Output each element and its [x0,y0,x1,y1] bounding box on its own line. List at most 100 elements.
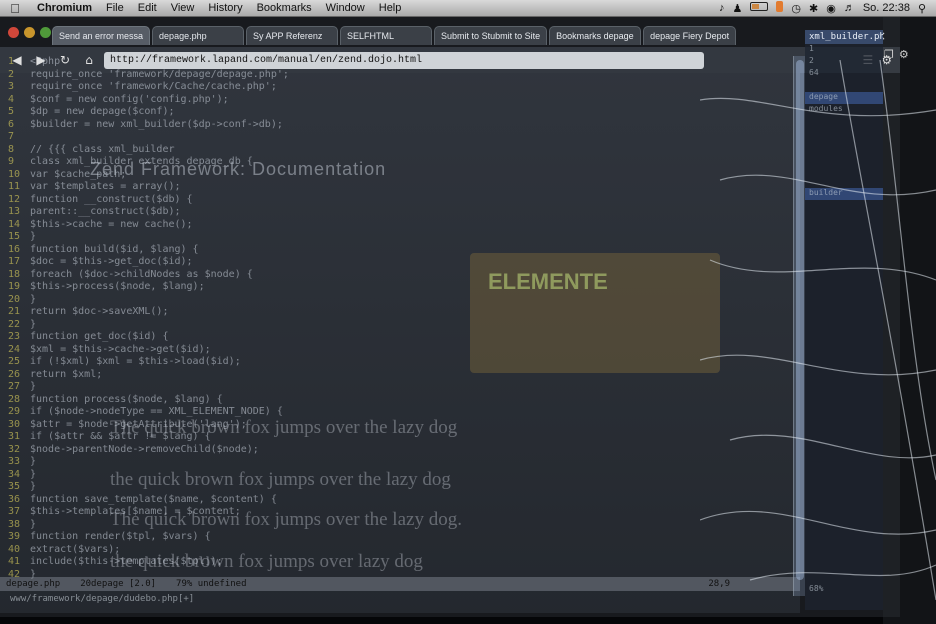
side-panel-row[interactable] [805,320,883,332]
code-line[interactable]: 36 function save_template($name, $conten… [8,494,800,507]
code-line[interactable]: 14 $this->cache = new cache(); [8,219,800,232]
bluetooth-icon[interactable]: ✱ [809,2,818,15]
code-line[interactable]: 24 $xml = $this->cache->get($id); [8,344,800,357]
side-panel-row[interactable] [805,356,883,368]
side-panel-row[interactable] [805,416,883,428]
side-panel-row[interactable] [805,536,883,548]
side-panel-row[interactable]: depage [805,92,883,104]
browser-tab[interactable]: Bookmarks depage [549,26,642,45]
side-panel-row[interactable]: 2 [805,56,883,68]
code-line[interactable]: 32 $node->parentNode->removeChild($node)… [8,444,800,457]
side-panel-row[interactable] [805,344,883,356]
side-panel-row[interactable] [805,524,883,536]
side-panel-row[interactable] [805,164,883,176]
side-panel-row[interactable] [805,128,883,140]
code-line[interactable]: 21 return $doc->saveXML(); [8,306,800,319]
side-panel-row[interactable] [805,200,883,212]
wifi-icon[interactable]: ◉ [826,2,836,15]
side-panel-row[interactable] [805,308,883,320]
code-line[interactable]: 23 function get_doc($id) { [8,331,800,344]
code-line[interactable]: 9 class xml_builder extends depage_db { [8,156,800,169]
code-line[interactable]: 30 $attr = $node->getAttribute('lang'); [8,419,800,432]
code-line[interactable]: 39 function render($tpl, $vars) { [8,531,800,544]
code-line[interactable]: 27 } [8,381,800,394]
code-line[interactable]: 12 function __construct($db) { [8,194,800,207]
side-panel-row[interactable] [805,152,883,164]
browser-tab[interactable]: depage Fiery Depot [643,26,737,45]
side-panel-row[interactable] [805,560,883,572]
side-panel-row[interactable] [805,236,883,248]
side-panel-row[interactable] [805,260,883,272]
side-panel-row[interactable] [805,272,883,284]
side-panel-row[interactable] [805,368,883,380]
browser-tab[interactable]: SELFHTML [340,26,433,45]
spotlight-search-icon[interactable]: ⚲ [918,2,926,15]
code-line[interactable]: 5 $dp = new depage($conf); [8,106,800,119]
side-panel-row[interactable]: 1 [805,44,883,56]
code-line[interactable]: 3 require_once 'framework/Cache/cache.ph… [8,81,800,94]
browser-tab[interactable]: Send an error messa [52,26,151,45]
side-panel-row[interactable] [805,488,883,500]
side-file-tab[interactable]: xml_builder.php [805,30,883,44]
side-panel-row[interactable]: 64 [805,68,883,80]
side-panel-row[interactable] [805,404,883,416]
side-panel-row[interactable] [805,140,883,152]
menu-file[interactable]: File [99,2,131,14]
code-line[interactable]: 4 $conf = new config('config.php'); [8,94,800,107]
side-panel-row[interactable] [805,80,883,92]
notification-badge-icon[interactable] [776,1,784,15]
code-line[interactable]: 31 if ($attr && $attr != $lang) { [8,431,800,444]
menu-help[interactable]: Help [372,2,409,14]
menu-edit[interactable]: Edit [131,2,164,14]
side-panel-row[interactable] [805,572,883,584]
code-line[interactable]: 26 return $xml; [8,369,800,382]
code-line[interactable]: 34 } [8,469,800,482]
side-panel-row[interactable] [805,248,883,260]
code-line[interactable]: 40 extract($vars); [8,544,800,557]
code-line[interactable]: 22 } [8,319,800,332]
side-panel-row[interactable] [805,440,883,452]
code-line[interactable]: 28 function process($node, $lang) { [8,394,800,407]
code-line[interactable]: 20 } [8,294,800,307]
menu-bookmarks[interactable]: Bookmarks [250,2,319,14]
side-panel-row[interactable]: 68% [805,584,883,596]
code-line[interactable]: 41 include($this->templates[$tpl]); [8,556,800,569]
menu-app-name[interactable]: Chromium [30,2,99,14]
side-panel-row[interactable] [805,500,883,512]
page-scrollbar[interactable] [793,56,805,596]
side-panel-row[interactable] [805,512,883,524]
side-editor-panel[interactable]: xml_builder.php 1 2 64 depage modules builder… [805,30,883,610]
side-panel-row[interactable] [805,476,883,488]
code-editor[interactable]: 1 <?php 2 require_once 'framework/depage/d… [0,56,800,596]
code-line[interactable]: 10 var $cache_path; [8,169,800,182]
editor-command-line[interactable]: www/framework/depage/dudebo.php[+] [0,594,800,608]
code-line[interactable]: 38 } [8,519,800,532]
code-line[interactable]: 7 [8,131,800,144]
apple-menu-icon[interactable]:  [0,1,30,16]
code-line[interactable]: 25 if (!$xml) $xml = $this->load($id); [8,356,800,369]
menu-clock[interactable]: So. 22:38 [863,2,910,14]
side-panel-row[interactable] [805,284,883,296]
side-panel-row[interactable] [805,296,883,308]
side-panel-row[interactable] [805,176,883,188]
side-panel-row[interactable] [805,380,883,392]
settings-icon[interactable]: ⚙ [899,48,909,61]
side-panel-row[interactable] [805,392,883,404]
side-panel-row[interactable] [805,428,883,440]
menu-view[interactable]: View [164,2,202,14]
side-panel-row[interactable] [805,224,883,236]
code-line[interactable]: 2 require_once 'framework/depage/depage.… [8,69,800,82]
code-line[interactable]: 11 var $templates = array(); [8,181,800,194]
side-panel-row[interactable] [805,212,883,224]
code-line[interactable]: 35 } [8,481,800,494]
code-line[interactable]: 18 foreach ($doc->childNodes as $node) { [8,269,800,282]
side-panel-row[interactable] [805,548,883,560]
code-line[interactable]: 16 function build($id, $lang) { [8,244,800,257]
side-panel-row[interactable] [805,452,883,464]
music-note-icon[interactable]: ♪ [719,2,725,14]
side-panel-row[interactable]: modules [805,104,883,116]
side-panel-row[interactable] [805,464,883,476]
code-line[interactable]: 6 $builder = new xml_builder($dp->conf->… [8,119,800,132]
code-line[interactable]: 13 parent::__construct($db); [8,206,800,219]
code-line[interactable]: 15 } [8,231,800,244]
